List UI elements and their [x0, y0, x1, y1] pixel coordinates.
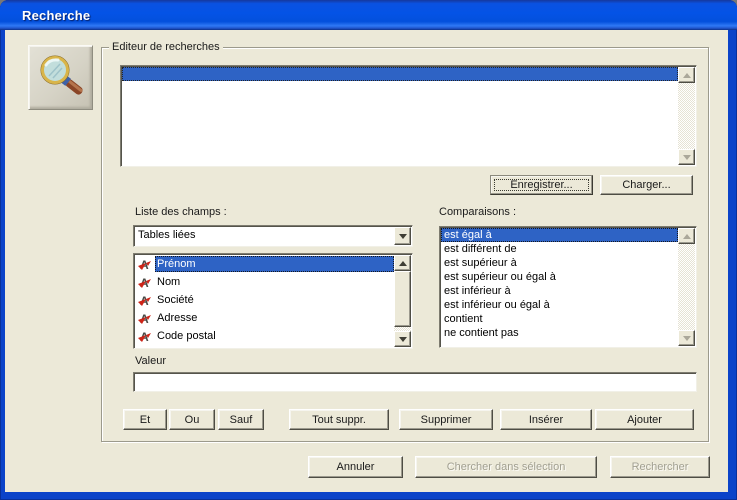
scroll-down-button[interactable]: [678, 330, 695, 346]
comparisons-list[interactable]: est égal à est différent de est supérieur …: [439, 226, 697, 348]
comparison-label: est différent de: [444, 243, 517, 255]
scroll-up-button[interactable]: [678, 67, 695, 83]
alpha-field-icon: A: [135, 330, 155, 343]
field-name-label: Adresse: [157, 312, 197, 324]
comparison-label: est égal à: [444, 229, 492, 241]
delete-button[interactable]: Supprimer: [399, 409, 493, 430]
alpha-field-icon: A: [135, 258, 155, 271]
add-button[interactable]: Ajouter: [595, 409, 694, 430]
cancel-button[interactable]: Annuler: [308, 456, 403, 478]
comparison-label: est inférieur ou égal à: [444, 299, 550, 311]
search-button[interactable]: Rechercher: [610, 456, 710, 478]
field-list-item[interactable]: A Société: [135, 291, 394, 309]
value-input[interactable]: [133, 372, 697, 392]
dialog-icon-tile: [28, 45, 93, 110]
except-operator-button[interactable]: Sauf: [218, 409, 264, 430]
field-name-label: Prénom: [157, 258, 196, 270]
alpha-field-icon: A: [135, 276, 155, 289]
triangle-down-icon: [399, 337, 407, 342]
scroll-down-button[interactable]: [678, 149, 695, 165]
field-name-label: Code postal: [157, 330, 216, 342]
dropdown-value: Tables liées: [138, 229, 195, 241]
editor-groupbox: Editeur de recherches Enregistrer... Cha…: [101, 47, 709, 442]
comparison-list-item[interactable]: est égal à: [441, 228, 678, 242]
recherche-dialog: Recherche Editeur de recherches: [0, 0, 737, 500]
comparison-list-item[interactable]: est supérieur à: [441, 256, 678, 270]
tables-dropdown[interactable]: Tables liées: [133, 225, 413, 247]
comparison-list-item[interactable]: est inférieur à: [441, 284, 678, 298]
clear-all-button[interactable]: Tout suppr.: [289, 409, 389, 430]
editor-list-scrollbar[interactable]: [678, 67, 695, 165]
comparison-list-item[interactable]: contient: [441, 312, 678, 326]
comparison-label: est supérieur ou égal à: [444, 271, 556, 283]
field-list-item[interactable]: A Adresse: [135, 309, 394, 327]
selected-query-row[interactable]: [122, 67, 678, 81]
field-name-label: Nom: [157, 276, 180, 288]
comparison-list-item[interactable]: est différent de: [441, 242, 678, 256]
scrollbar-track[interactable]: [394, 271, 411, 331]
comparisons-label: Comparaisons :: [439, 206, 516, 218]
insert-button[interactable]: Insérer: [500, 409, 592, 430]
load-search-button[interactable]: Charger...: [600, 175, 693, 195]
and-operator-button[interactable]: Et: [123, 409, 167, 430]
save-search-button[interactable]: Enregistrer...: [490, 175, 593, 195]
magnifier-icon: [36, 53, 86, 103]
field-name-label: Société: [157, 294, 194, 306]
scroll-up-button[interactable]: [394, 255, 411, 271]
scroll-up-button[interactable]: [678, 228, 695, 244]
field-list-item[interactable]: A Prénom: [135, 255, 394, 273]
comparison-list-item[interactable]: est supérieur ou égal à: [441, 270, 678, 284]
window-title: Recherche: [22, 8, 90, 23]
field-list-scrollbar[interactable]: [394, 255, 411, 347]
comparisons-scrollbar[interactable]: [678, 228, 695, 346]
comparison-label: contient: [444, 313, 483, 325]
triangle-down-icon: [683, 155, 691, 160]
comparison-label: est inférieur à: [444, 285, 511, 297]
comparison-list-item[interactable]: ne contient pas: [441, 326, 678, 340]
search-in-selection-button[interactable]: Chercher dans sélection: [415, 456, 597, 478]
triangle-up-icon: [683, 234, 691, 239]
alpha-field-icon: A: [135, 312, 155, 325]
triangle-up-icon: [399, 261, 407, 266]
titlebar[interactable]: Recherche: [0, 0, 737, 30]
value-label: Valeur: [135, 355, 166, 367]
comparison-list-item[interactable]: est inférieur ou égal à: [441, 298, 678, 312]
scrollbar-thumb[interactable]: [394, 271, 411, 327]
or-operator-button[interactable]: Ou: [169, 409, 215, 430]
triangle-up-icon: [683, 73, 691, 78]
search-editor-list[interactable]: [120, 65, 697, 167]
groupbox-label: Editeur de recherches: [109, 41, 223, 53]
comparison-label: est supérieur à: [444, 257, 517, 269]
dialog-body: Editeur de recherches Enregistrer... Cha…: [5, 30, 728, 492]
scroll-down-button[interactable]: [394, 331, 411, 347]
comparison-label: ne contient pas: [444, 327, 519, 339]
alpha-field-icon: A: [135, 294, 155, 307]
scrollbar-track[interactable]: [678, 244, 695, 330]
field-list-item[interactable]: A Nom: [135, 273, 394, 291]
triangle-down-icon: [399, 234, 407, 239]
field-list-item[interactable]: A: [135, 345, 394, 347]
triangle-down-icon: [683, 336, 691, 341]
scrollbar-track[interactable]: [678, 83, 695, 149]
fields-list-label: Liste des champs :: [135, 206, 227, 218]
field-list-item[interactable]: A Code postal: [135, 327, 394, 345]
field-list[interactable]: A Prénom A Nom A Société A: [133, 253, 413, 349]
dropdown-button[interactable]: [394, 227, 411, 245]
